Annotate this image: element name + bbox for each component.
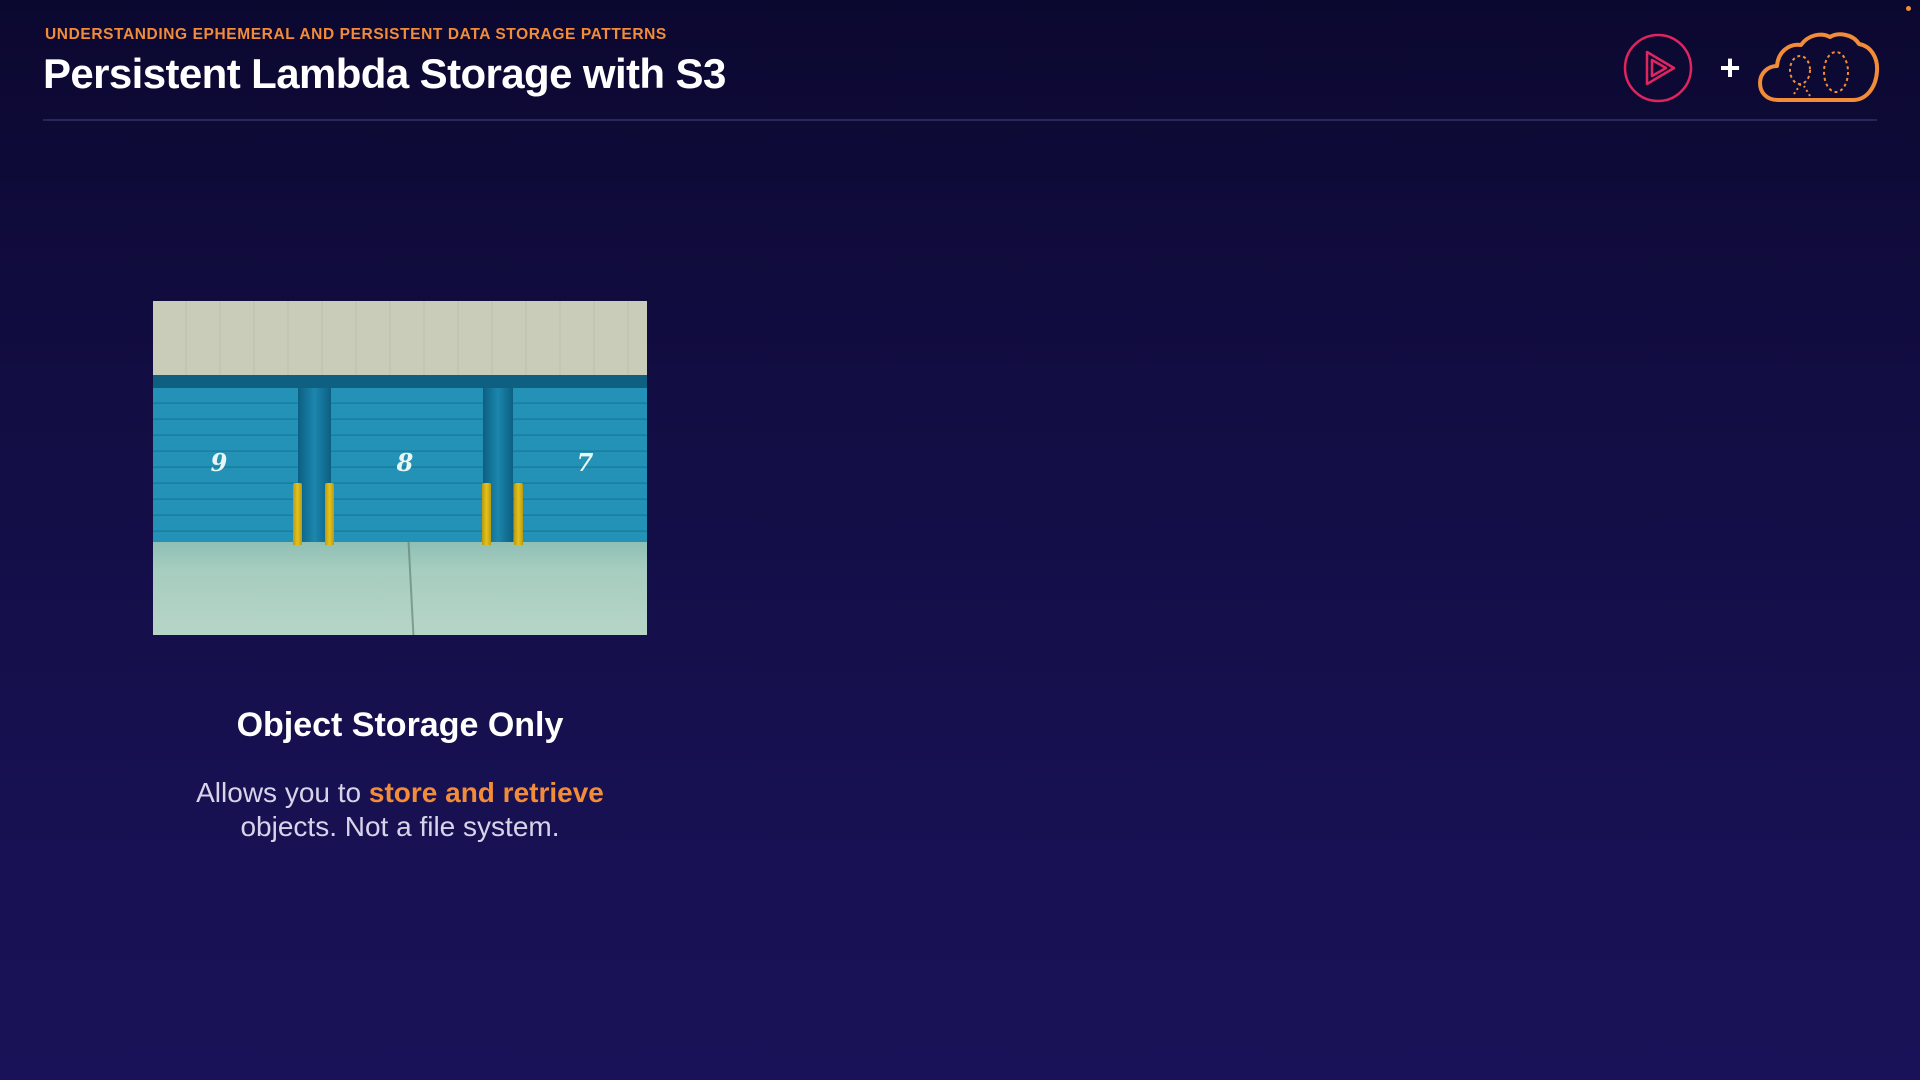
- description-suffix: objects. Not a file system.: [240, 811, 560, 842]
- description-highlight: store and retrieve: [368, 777, 604, 808]
- storage-door: 7: [513, 388, 647, 542]
- photo-wall: [153, 301, 647, 375]
- logo-group: +: [1620, 30, 1880, 106]
- storage-units-photo: 9 8 7: [153, 301, 647, 635]
- cloud-logo-icon: [1758, 32, 1880, 102]
- door-number: 8: [396, 448, 414, 477]
- yellow-bollard: [514, 483, 523, 545]
- plus-icon: +: [1719, 47, 1741, 88]
- yellow-bollard: [482, 483, 491, 545]
- yellow-bollard: [293, 483, 302, 545]
- corner-dot: [1906, 6, 1911, 11]
- yellow-bollard: [325, 483, 334, 545]
- header-divider: [43, 119, 1877, 121]
- storage-door: 9: [153, 388, 298, 542]
- object-storage-card: 9 8 7 Object Storage Only Allows you to …: [153, 301, 647, 842]
- slide-title: Persistent Lambda Storage with S3: [43, 50, 726, 97]
- card-title: Object Storage Only: [236, 706, 564, 744]
- card-description: Allows you to store and retrieve objects…: [153, 776, 647, 844]
- section-eyebrow: UNDERSTANDING EPHEMERAL AND PERSISTENT D…: [45, 26, 667, 43]
- photo-floor: [153, 542, 647, 635]
- slide-header: UNDERSTANDING EPHEMERAL AND PERSISTENT D…: [43, 0, 1877, 122]
- door-number: 7: [576, 448, 594, 477]
- door-number: 9: [210, 448, 228, 477]
- description-prefix: Allows you to: [196, 777, 369, 808]
- pluralsight-play-logo-icon: [1623, 33, 1693, 103]
- storage-door: 8: [331, 388, 483, 542]
